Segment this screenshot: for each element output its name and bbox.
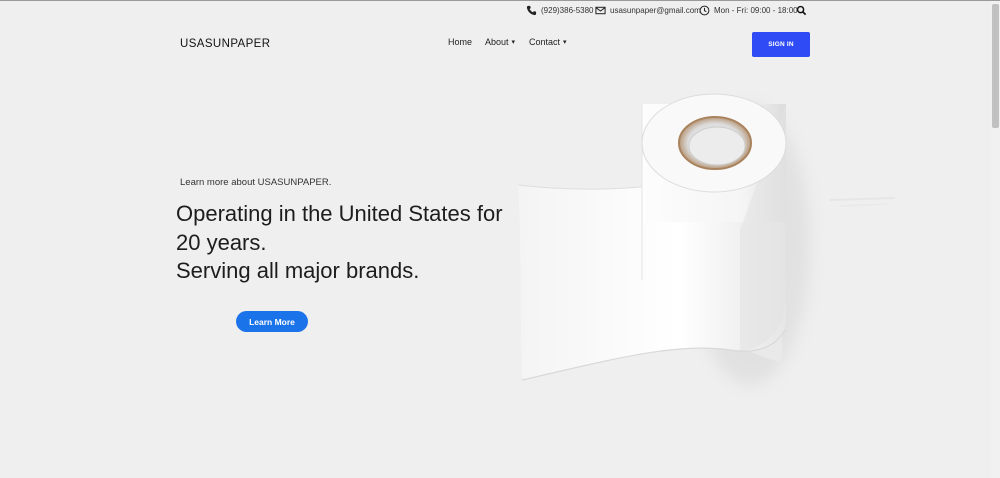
envelope-icon [595, 5, 606, 16]
signin-button[interactable]: SIGN IN [752, 32, 810, 57]
topbar-phone[interactable]: (929)386-5380 [526, 5, 593, 16]
nav-home-label: Home [448, 37, 473, 47]
search-button[interactable] [796, 5, 807, 16]
headline-line-1: Operating in the United States for [176, 201, 503, 226]
nav-home[interactable]: Home [448, 37, 472, 47]
nav-about[interactable]: About ▾ [485, 37, 515, 47]
topbar-email[interactable]: usasunpaper@gmail.com [595, 5, 701, 16]
chevron-down-icon: ▾ [511, 39, 516, 46]
hero-eyebrow: Learn more about USASUNPAPER. [180, 177, 332, 188]
nav-contact[interactable]: Contact ▾ [529, 37, 567, 47]
toilet-paper-roll-image [500, 80, 910, 400]
phone-icon [526, 5, 537, 16]
topbar-email-text: usasunpaper@gmail.com [610, 6, 701, 15]
headline-line-2: 20 years. [176, 229, 267, 255]
topbar-phone-text: (929)386-5380 [541, 6, 594, 15]
nav-about-label: About [485, 37, 509, 47]
learn-more-button[interactable]: Learn More [236, 311, 308, 332]
search-icon [796, 5, 807, 16]
clock-icon [699, 5, 710, 16]
topbar-hours-text: Mon - Fri: 09:00 - 18:00 [714, 6, 798, 15]
topbar-hours: Mon - Fri: 09:00 - 18:00 [699, 5, 798, 16]
window-top-border [0, 0, 1000, 1]
headline-line-3: Serving all major brands. [176, 258, 420, 283]
hero-headline: Operating in the United States for 20 ye… [176, 200, 536, 286]
site-logo[interactable]: USASUNPAPER [180, 38, 270, 50]
topbar: (929)386-5380 usasunpaper@gmail.com Mon … [0, 2, 990, 22]
nav-contact-label: Contact [529, 37, 561, 47]
page-scrollbar[interactable] [991, 1, 1000, 478]
chevron-down-icon: ▾ [563, 39, 567, 46]
scrollbar-thumb[interactable] [992, 4, 999, 128]
